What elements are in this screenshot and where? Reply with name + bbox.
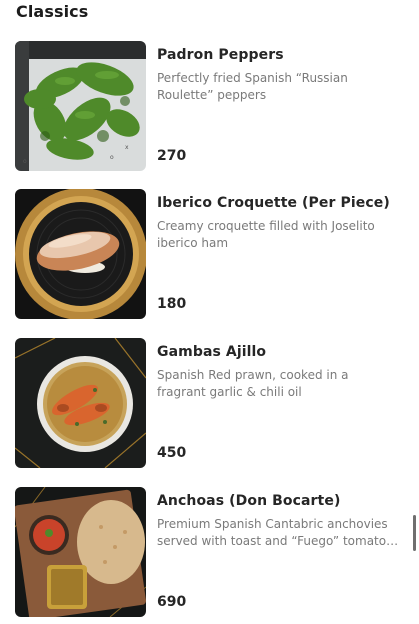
svg-text:x: x [125,144,129,151]
croquette-photo[interactable] [15,189,146,319]
section-title: Classics [16,2,89,21]
padron-peppers-photo[interactable]: o x o [15,41,146,171]
item-name: Iberico Croquette (Per Piece) [157,195,390,211]
menu-item-padron-peppers[interactable]: o x o Padron Peppers Perfectly fried Spani… [0,41,419,171]
menu-item-iberico-croquette[interactable]: Iberico Croquette (Per Piece) Creamy cro… [0,189,419,319]
item-price: 450 [157,445,187,461]
item-description: Premium Spanish Cantabric anchovies serv… [157,517,388,548]
anchoas-photo[interactable] [15,487,146,617]
item-description: Creamy croquette filled with Joselito ib… [157,219,375,250]
scrollbar[interactable] [413,515,416,551]
item-description: Spanish Red prawn, cooked in a fragrant … [157,368,349,399]
menu-item-gambas-ajillo[interactable]: Gambas Ajillo Spanish Red prawn, cooked … [0,338,419,468]
svg-text:o: o [23,158,27,165]
gambas-photo[interactable] [15,338,146,468]
item-price: 180 [157,296,187,312]
menu-item-anchoas[interactable]: Anchoas (Don Bocarte) Premium Spanish Ca… [0,487,419,617]
item-price: 270 [157,148,187,164]
item-name: Gambas Ajillo [157,344,267,360]
item-name: Anchoas (Don Bocarte) [157,493,341,509]
svg-text:o: o [110,154,114,161]
item-price: 690 [157,594,187,610]
item-name: Padron Peppers [157,47,284,63]
item-description: Perfectly fried Spanish “Russian Roulett… [157,71,348,102]
